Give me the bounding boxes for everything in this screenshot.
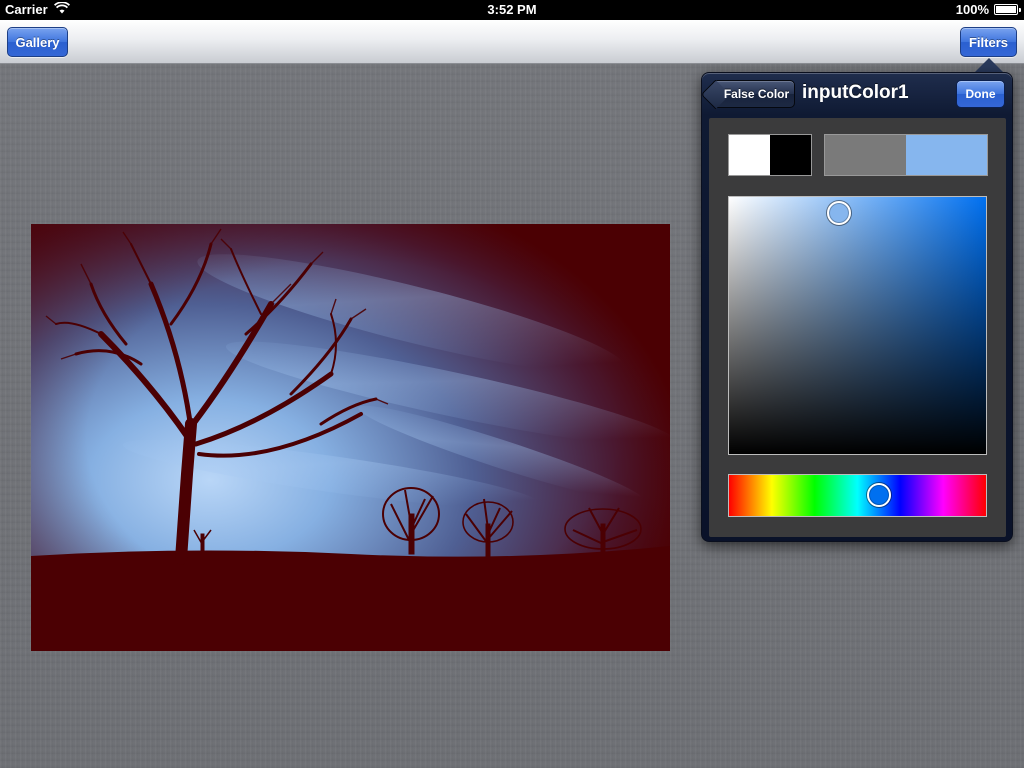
popover-arrow <box>975 58 1003 72</box>
back-button-false-color[interactable]: False Color <box>712 80 795 108</box>
gallery-button[interactable]: Gallery <box>7 27 68 57</box>
status-bar: Carrier 3:52 PM 100% <box>0 0 1024 20</box>
swatch-previous-color[interactable] <box>825 135 906 175</box>
saturation-brightness-handle[interactable] <box>827 201 851 225</box>
popover-title: inputColor1 <box>802 82 909 103</box>
color-picker-popover: False Color inputColor1 Done <box>701 72 1013 542</box>
done-button[interactable]: Done <box>956 80 1005 108</box>
filtered-photo[interactable] <box>31 224 670 651</box>
filters-button[interactable]: Filters <box>960 27 1017 57</box>
top-toolbar: Gallery Filters <box>0 20 1024 64</box>
input-color-swatches <box>728 134 812 176</box>
hue-slider[interactable] <box>728 474 987 517</box>
comparison-swatches <box>824 134 988 176</box>
status-time: 3:52 PM <box>487 2 537 17</box>
swatch-current-color[interactable] <box>906 135 987 175</box>
swatch-white[interactable] <box>729 135 770 175</box>
battery-percent: 100% <box>955 2 989 17</box>
battery-icon <box>994 4 1021 15</box>
saturation-brightness-picker[interactable] <box>728 196 987 455</box>
hue-slider-handle[interactable] <box>867 483 891 507</box>
back-button-label: False Color <box>723 87 790 101</box>
status-right: 100% <box>955 2 1021 17</box>
swatch-black[interactable] <box>770 135 811 175</box>
color-picker-content <box>709 118 1006 537</box>
